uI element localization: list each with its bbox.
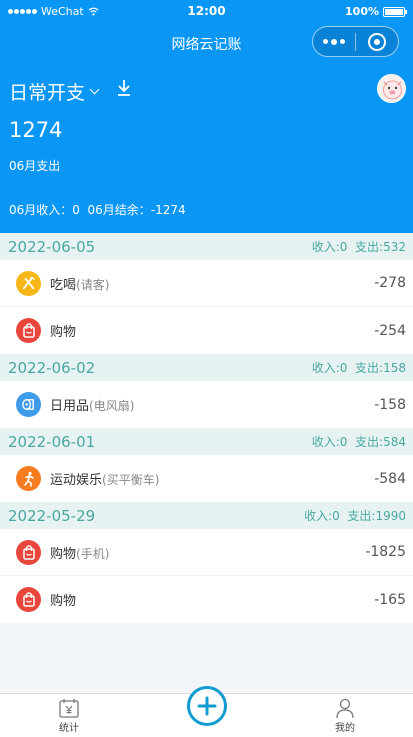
category-name: 日用品(电风扇) [50, 395, 134, 414]
header: WeChat 12:00 100% 网络云记账 日常开支 1274 06月支出 … [0, 0, 413, 233]
status-bar: WeChat 12:00 100% [0, 0, 413, 24]
user-icon [336, 698, 354, 719]
transaction-amount: -254 [374, 322, 406, 339]
avatar-image [383, 80, 402, 100]
month-expense-amount: 1274 [9, 118, 63, 142]
category-label: 日用品 [50, 399, 90, 414]
day-date: 2022-06-05 [8, 237, 96, 256]
running-icon [16, 466, 41, 491]
day-group: 2022-06-02 收入:0 支出:158 日用品(电风扇) -158 [0, 354, 413, 428]
category-name: 购物(手机) [50, 543, 109, 562]
tab-statistics-label: 统计 [59, 723, 79, 734]
transaction-amount: -584 [374, 470, 406, 487]
transaction-note: (请客) [76, 277, 110, 292]
category-label: 购物 [50, 325, 77, 340]
chevron-down-icon [89, 84, 100, 95]
ledger-type-label: 日常开支 [9, 82, 86, 104]
category-name: 购物 [50, 321, 76, 340]
tab-bar: 统计 我的 [0, 686, 413, 737]
transaction-note: (电风扇) [89, 399, 135, 413]
day-header: 2022-06-02 收入:0 支出:158 [0, 354, 413, 381]
close-miniprogram-icon[interactable] [356, 32, 398, 51]
day-group: 2022-06-05 收入:0 支出:532 吃喝(请客) -278 购物 -2… [0, 233, 413, 354]
battery-status: 100% [345, 5, 407, 18]
shopping-bag-icon [16, 318, 41, 343]
add-record-button[interactable] [187, 686, 227, 726]
transaction-note: (买平衡车) [102, 473, 160, 487]
day-group: 2022-05-29 收入:0 支出:1990 购物(手机) -1825 购物 … [0, 502, 413, 623]
ledger-type-dropdown[interactable]: 日常开支 [9, 78, 100, 105]
download-icon[interactable] [116, 79, 132, 97]
tab-mine-label: 我的 [335, 723, 355, 734]
transaction-row[interactable]: 购物 -165 [0, 576, 413, 623]
toilet-paper-icon [16, 392, 41, 417]
category-name: 购物 [50, 590, 76, 609]
transaction-row[interactable]: 日用品(电风扇) -158 [0, 381, 413, 428]
battery-percent: 100% [345, 5, 379, 18]
transaction-row[interactable]: 购物(手机) -1825 [0, 529, 413, 576]
day-summary: 收入:0 支出:158 [311, 361, 406, 375]
battery-icon [383, 6, 407, 17]
shopping-bag-icon [16, 539, 41, 565]
shopping-bag-icon [16, 587, 41, 612]
category-label: 运动娱乐 [50, 473, 103, 488]
tab-statistics[interactable]: 统计 [39, 697, 99, 734]
transaction-amount: -1825 [365, 544, 406, 560]
category-name: 吃喝(请客) [50, 274, 109, 293]
day-header: 2022-06-01 收入:0 支出:584 [0, 428, 413, 455]
category-label: 购物 [50, 546, 77, 562]
day-date: 2022-05-29 [8, 506, 96, 525]
day-header: 2022-06-05 收入:0 支出:532 [0, 233, 413, 260]
calendar-yen-icon [59, 699, 79, 718]
transaction-amount: -278 [374, 275, 406, 291]
day-date: 2022-06-02 [8, 358, 96, 377]
tab-mine[interactable]: 我的 [315, 697, 375, 734]
month-summary: 06月收入：0 06月结余：-1274 [9, 203, 186, 217]
transaction-amount: -165 [374, 591, 406, 608]
category-label: 吃喝 [50, 277, 77, 293]
transaction-row[interactable]: 吃喝(请客) -278 [0, 260, 413, 307]
category-name: 运动娱乐(买平衡车) [50, 469, 159, 488]
month-expense-label: 06月支出 [9, 159, 61, 173]
utensils-icon [16, 270, 41, 296]
day-summary: 收入:0 支出:1990 [304, 509, 406, 523]
day-date: 2022-06-01 [8, 432, 96, 451]
transaction-amount: -158 [374, 396, 406, 413]
day-header: 2022-05-29 收入:0 支出:1990 [0, 502, 413, 529]
day-group: 2022-06-01 收入:0 支出:584 运动娱乐(买平衡车) -584 [0, 428, 413, 502]
category-label: 购物 [50, 594, 77, 609]
day-summary: 收入:0 支出:532 [311, 240, 406, 254]
transaction-note: (手机) [76, 546, 110, 561]
transaction-list: 2022-06-05 收入:0 支出:532 吃喝(请客) -278 购物 -2… [0, 233, 413, 623]
transaction-row[interactable]: 购物 -254 [0, 307, 413, 354]
more-menu-icon[interactable] [313, 38, 355, 45]
avatar[interactable] [377, 74, 406, 103]
miniprogram-capsule [312, 26, 399, 57]
transaction-row[interactable]: 运动娱乐(买平衡车) -584 [0, 455, 413, 502]
day-summary: 收入:0 支出:584 [311, 435, 406, 449]
plus-icon [197, 696, 217, 716]
